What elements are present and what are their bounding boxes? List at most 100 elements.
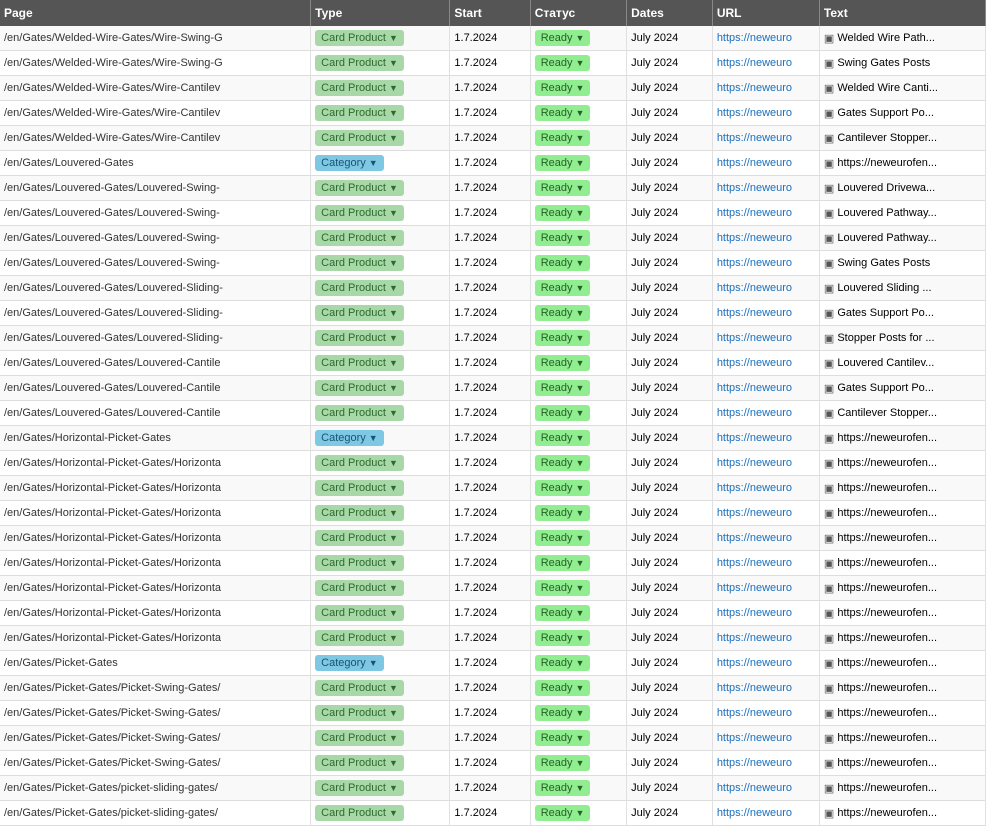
- type-dropdown-arrow[interactable]: ▼: [389, 458, 398, 468]
- status-dropdown-arrow[interactable]: ▼: [576, 508, 585, 518]
- column-header-dates[interactable]: Dates: [627, 0, 713, 26]
- status-dropdown-arrow[interactable]: ▼: [576, 208, 585, 218]
- type-dropdown-arrow[interactable]: ▼: [389, 33, 398, 43]
- type-badge[interactable]: Card Product ▼: [315, 680, 404, 696]
- status-badge[interactable]: Ready ▼: [535, 155, 591, 171]
- page-link[interactable]: /en/Gates/Louvered-Gates: [4, 157, 134, 169]
- type-dropdown-arrow[interactable]: ▼: [389, 608, 398, 618]
- status-badge[interactable]: Ready ▼: [535, 80, 591, 96]
- type-badge[interactable]: Card Product ▼: [315, 555, 404, 571]
- status-badge[interactable]: Ready ▼: [535, 655, 591, 671]
- type-badge[interactable]: Card Product ▼: [315, 380, 404, 396]
- url-link[interactable]: https://neweuro: [717, 532, 792, 544]
- type-dropdown-arrow[interactable]: ▼: [389, 733, 398, 743]
- url-link[interactable]: https://neweuro: [717, 657, 792, 669]
- page-link[interactable]: /en/Gates/Welded-Wire-Gates/Wire-Cantile…: [4, 107, 220, 119]
- url-link[interactable]: https://neweuro: [717, 557, 792, 569]
- status-badge[interactable]: Ready ▼: [535, 305, 591, 321]
- status-dropdown-arrow[interactable]: ▼: [576, 58, 585, 68]
- page-link[interactable]: /en/Gates/Louvered-Gates/Louvered-Swing-: [4, 257, 220, 269]
- type-badge[interactable]: Card Product ▼: [315, 80, 404, 96]
- status-badge[interactable]: Ready ▼: [535, 630, 591, 646]
- status-dropdown-arrow[interactable]: ▼: [576, 583, 585, 593]
- status-dropdown-arrow[interactable]: ▼: [576, 783, 585, 793]
- type-badge[interactable]: Card Product ▼: [315, 405, 404, 421]
- page-link[interactable]: /en/Gates/Picket-Gates/picket-sliding-ga…: [4, 782, 218, 794]
- status-dropdown-arrow[interactable]: ▼: [576, 558, 585, 568]
- type-dropdown-arrow[interactable]: ▼: [389, 358, 398, 368]
- type-badge[interactable]: Card Product ▼: [315, 455, 404, 471]
- type-badge[interactable]: Card Product ▼: [315, 705, 404, 721]
- page-link[interactable]: /en/Gates/Louvered-Gates/Louvered-Swing-: [4, 182, 220, 194]
- page-link[interactable]: /en/Gates/Horizontal-Picket-Gates/Horizo…: [4, 632, 221, 644]
- url-link[interactable]: https://neweuro: [717, 682, 792, 694]
- type-badge[interactable]: Card Product ▼: [315, 780, 404, 796]
- type-dropdown-arrow[interactable]: ▼: [389, 633, 398, 643]
- type-dropdown-arrow[interactable]: ▼: [389, 83, 398, 93]
- page-link[interactable]: /en/Gates/Louvered-Gates/Louvered-Slidin…: [4, 282, 223, 294]
- url-link[interactable]: https://neweuro: [717, 107, 792, 119]
- type-dropdown-arrow[interactable]: ▼: [389, 233, 398, 243]
- url-link[interactable]: https://neweuro: [717, 282, 792, 294]
- page-link[interactable]: /en/Gates/Louvered-Gates/Louvered-Swing-: [4, 232, 220, 244]
- type-dropdown-arrow[interactable]: ▼: [389, 508, 398, 518]
- status-badge[interactable]: Ready ▼: [535, 780, 591, 796]
- type-badge[interactable]: Card Product ▼: [315, 505, 404, 521]
- type-dropdown-arrow[interactable]: ▼: [389, 708, 398, 718]
- status-badge[interactable]: Ready ▼: [535, 530, 591, 546]
- status-badge[interactable]: Ready ▼: [535, 505, 591, 521]
- url-link[interactable]: https://neweuro: [717, 132, 792, 144]
- status-dropdown-arrow[interactable]: ▼: [576, 733, 585, 743]
- status-badge[interactable]: Ready ▼: [535, 230, 591, 246]
- status-dropdown-arrow[interactable]: ▼: [576, 133, 585, 143]
- url-link[interactable]: https://neweuro: [717, 82, 792, 94]
- type-dropdown-arrow[interactable]: ▼: [389, 483, 398, 493]
- status-badge[interactable]: Ready ▼: [535, 180, 591, 196]
- type-dropdown-arrow[interactable]: ▼: [389, 183, 398, 193]
- type-dropdown-arrow[interactable]: ▼: [389, 308, 398, 318]
- status-dropdown-arrow[interactable]: ▼: [576, 533, 585, 543]
- type-dropdown-arrow[interactable]: ▼: [389, 208, 398, 218]
- column-header-text[interactable]: Text: [819, 0, 985, 26]
- url-link[interactable]: https://neweuro: [717, 507, 792, 519]
- url-link[interactable]: https://neweuro: [717, 307, 792, 319]
- status-dropdown-arrow[interactable]: ▼: [576, 758, 585, 768]
- type-dropdown-arrow[interactable]: ▼: [389, 683, 398, 693]
- type-badge[interactable]: Card Product ▼: [315, 480, 404, 496]
- page-link[interactable]: /en/Gates/Picket-Gates/picket-sliding-ga…: [4, 807, 218, 819]
- type-badge[interactable]: Card Product ▼: [315, 580, 404, 596]
- url-link[interactable]: https://neweuro: [717, 332, 792, 344]
- column-header-page[interactable]: Page: [0, 0, 311, 26]
- url-link[interactable]: https://neweuro: [717, 232, 792, 244]
- type-badge[interactable]: Card Product ▼: [315, 605, 404, 621]
- type-dropdown-arrow[interactable]: ▼: [369, 658, 378, 668]
- page-link[interactable]: /en/Gates/Louvered-Gates/Louvered-Swing-: [4, 207, 220, 219]
- type-badge[interactable]: Card Product ▼: [315, 180, 404, 196]
- page-link[interactable]: /en/Gates/Welded-Wire-Gates/Wire-Cantile…: [4, 132, 220, 144]
- type-dropdown-arrow[interactable]: ▼: [389, 408, 398, 418]
- type-dropdown-arrow[interactable]: ▼: [389, 108, 398, 118]
- page-link[interactable]: /en/Gates/Horizontal-Picket-Gates/Horizo…: [4, 532, 221, 544]
- type-dropdown-arrow[interactable]: ▼: [389, 783, 398, 793]
- url-link[interactable]: https://neweuro: [717, 607, 792, 619]
- type-dropdown-arrow[interactable]: ▼: [389, 808, 398, 818]
- type-dropdown-arrow[interactable]: ▼: [389, 258, 398, 268]
- type-badge[interactable]: Card Product ▼: [315, 805, 404, 821]
- status-badge[interactable]: Ready ▼: [535, 430, 591, 446]
- type-dropdown-arrow[interactable]: ▼: [369, 433, 378, 443]
- page-link[interactable]: /en/Gates/Horizontal-Picket-Gates/Horizo…: [4, 457, 221, 469]
- type-dropdown-arrow[interactable]: ▼: [369, 158, 378, 168]
- status-badge[interactable]: Ready ▼: [535, 705, 591, 721]
- status-dropdown-arrow[interactable]: ▼: [576, 433, 585, 443]
- page-link[interactable]: /en/Gates/Picket-Gates/Picket-Swing-Gate…: [4, 682, 220, 694]
- status-badge[interactable]: Ready ▼: [535, 380, 591, 396]
- url-link[interactable]: https://neweuro: [717, 782, 792, 794]
- page-link[interactable]: /en/Gates/Horizontal-Picket-Gates/Horizo…: [4, 582, 221, 594]
- url-link[interactable]: https://neweuro: [717, 632, 792, 644]
- type-badge[interactable]: Card Product ▼: [315, 205, 404, 221]
- page-link[interactable]: /en/Gates/Welded-Wire-Gates/Wire-Swing-G: [4, 32, 223, 44]
- status-badge[interactable]: Ready ▼: [535, 30, 591, 46]
- type-dropdown-arrow[interactable]: ▼: [389, 133, 398, 143]
- type-badge[interactable]: Card Product ▼: [315, 230, 404, 246]
- url-link[interactable]: https://neweuro: [717, 32, 792, 44]
